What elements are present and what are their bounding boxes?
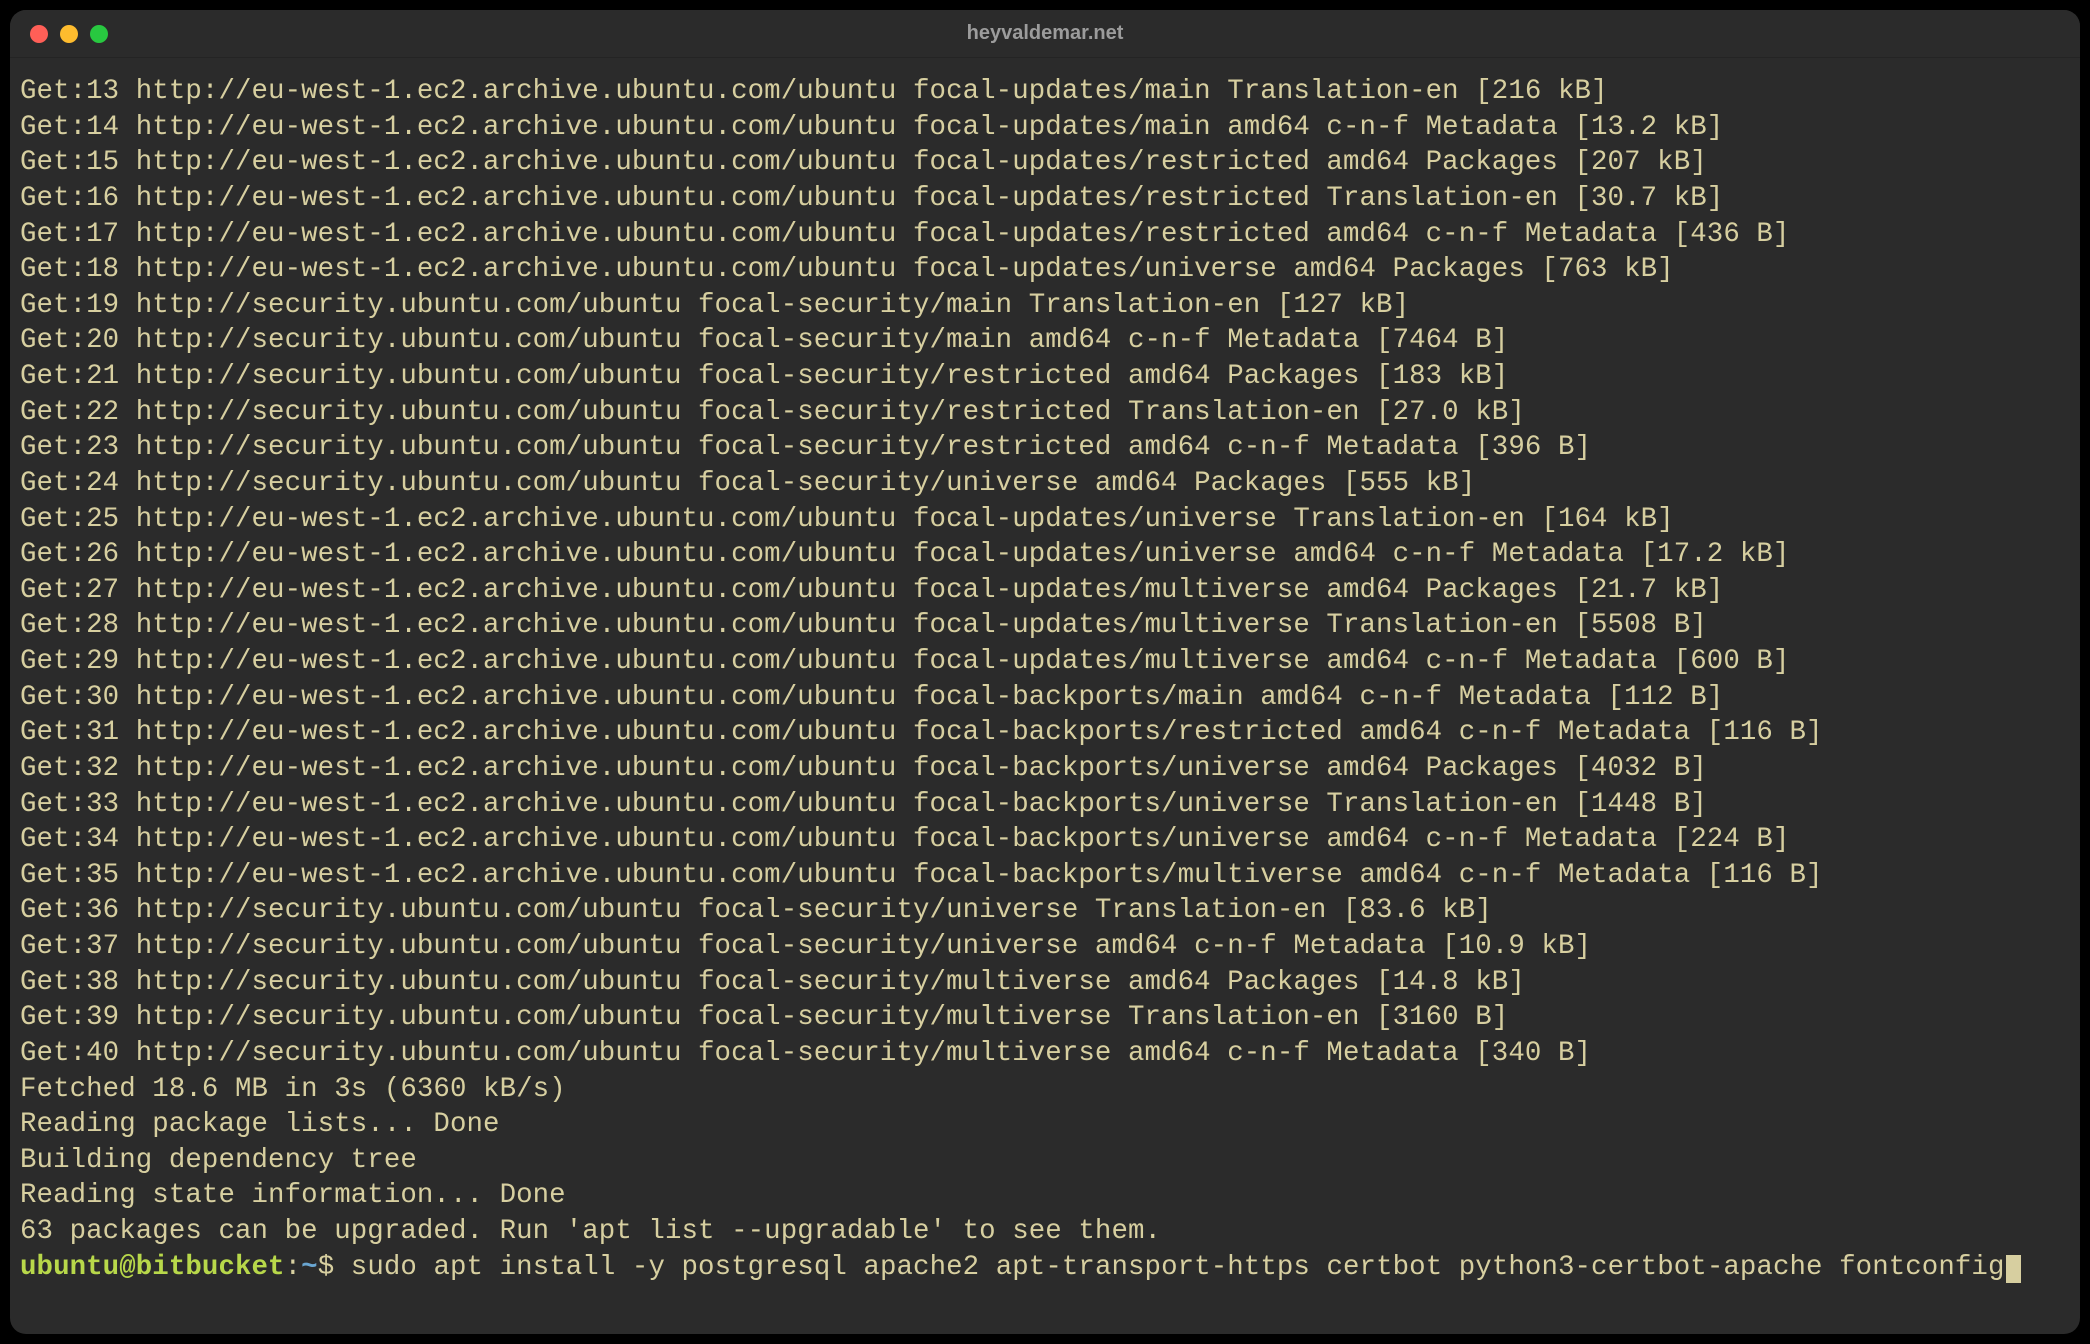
prompt-symbol: $	[318, 1252, 335, 1283]
terminal-output-line: Get:35 http://eu-west-1.ec2.archive.ubun…	[20, 860, 1823, 891]
terminal-output-line: Get:19 http://security.ubuntu.com/ubuntu…	[20, 290, 1409, 321]
window-title: heyvaldemar.net	[10, 22, 2080, 45]
terminal-output-line: Get:34 http://eu-west-1.ec2.archive.ubun…	[20, 824, 1789, 855]
terminal-output-line: Get:39 http://security.ubuntu.com/ubuntu…	[20, 1002, 1508, 1033]
terminal-output-line: Get:20 http://security.ubuntu.com/ubuntu…	[20, 325, 1508, 356]
terminal-output-line: Reading state information... Done	[20, 1180, 566, 1211]
terminal-output-line: Get:40 http://security.ubuntu.com/ubuntu…	[20, 1038, 1591, 1069]
terminal-output-line: Get:31 http://eu-west-1.ec2.archive.ubun…	[20, 717, 1823, 748]
titlebar[interactable]: heyvaldemar.net	[10, 10, 2080, 58]
terminal-output-line: Get:37 http://security.ubuntu.com/ubuntu…	[20, 931, 1591, 962]
terminal-output-line: Get:38 http://security.ubuntu.com/ubuntu…	[20, 967, 1525, 998]
window-controls	[30, 25, 108, 43]
terminal-output-line: Get:13 http://eu-west-1.ec2.archive.ubun…	[20, 76, 1608, 107]
terminal-output-line: Get:26 http://eu-west-1.ec2.archive.ubun…	[20, 539, 1789, 570]
terminal-output-line: Get:23 http://security.ubuntu.com/ubuntu…	[20, 432, 1591, 463]
terminal-output-line: Get:32 http://eu-west-1.ec2.archive.ubun…	[20, 753, 1707, 784]
prompt-command[interactable]: sudo apt install -y postgresql apache2 a…	[351, 1252, 2005, 1283]
terminal-output-line: Get:16 http://eu-west-1.ec2.archive.ubun…	[20, 183, 1723, 214]
terminal-output-line: Get:30 http://eu-west-1.ec2.archive.ubun…	[20, 682, 1723, 713]
close-icon[interactable]	[30, 25, 48, 43]
terminal-output-line: Get:14 http://eu-west-1.ec2.archive.ubun…	[20, 112, 1723, 143]
cursor-icon	[2006, 1255, 2021, 1283]
zoom-icon[interactable]	[90, 25, 108, 43]
terminal-window: heyvaldemar.net Get:13 http://eu-west-1.…	[10, 10, 2080, 1334]
terminal-output-line: Get:22 http://security.ubuntu.com/ubuntu…	[20, 397, 1525, 428]
terminal-output-line: Get:25 http://eu-west-1.ec2.archive.ubun…	[20, 504, 1674, 535]
prompt-colon: :	[285, 1252, 302, 1283]
terminal-output-line: Get:15 http://eu-west-1.ec2.archive.ubun…	[20, 147, 1707, 178]
terminal-output-line: Get:21 http://security.ubuntu.com/ubuntu…	[20, 361, 1508, 392]
terminal-output-line: Get:33 http://eu-west-1.ec2.archive.ubun…	[20, 789, 1707, 820]
terminal-output-line: Get:27 http://eu-west-1.ec2.archive.ubun…	[20, 575, 1723, 606]
prompt-path: ~	[301, 1252, 318, 1283]
prompt-user-host: ubuntu@bitbucket	[20, 1252, 285, 1283]
terminal-output-line: Get:36 http://security.ubuntu.com/ubuntu…	[20, 895, 1492, 926]
terminal-output-line: Building dependency tree	[20, 1145, 417, 1176]
terminal-body[interactable]: Get:13 http://eu-west-1.ec2.archive.ubun…	[10, 58, 2080, 1334]
terminal-output-line: Get:18 http://eu-west-1.ec2.archive.ubun…	[20, 254, 1674, 285]
terminal-output-line: Get:24 http://security.ubuntu.com/ubuntu…	[20, 468, 1475, 499]
terminal-output-line: 63 packages can be upgraded. Run 'apt li…	[20, 1216, 1161, 1247]
terminal-output-line: Get:17 http://eu-west-1.ec2.archive.ubun…	[20, 219, 1789, 250]
terminal-output-line: Fetched 18.6 MB in 3s (6360 kB/s)	[20, 1074, 566, 1105]
terminal-output-line: Get:29 http://eu-west-1.ec2.archive.ubun…	[20, 646, 1789, 677]
minimize-icon[interactable]	[60, 25, 78, 43]
terminal-output-line: Get:28 http://eu-west-1.ec2.archive.ubun…	[20, 610, 1707, 641]
terminal-output-line: Reading package lists... Done	[20, 1109, 500, 1140]
